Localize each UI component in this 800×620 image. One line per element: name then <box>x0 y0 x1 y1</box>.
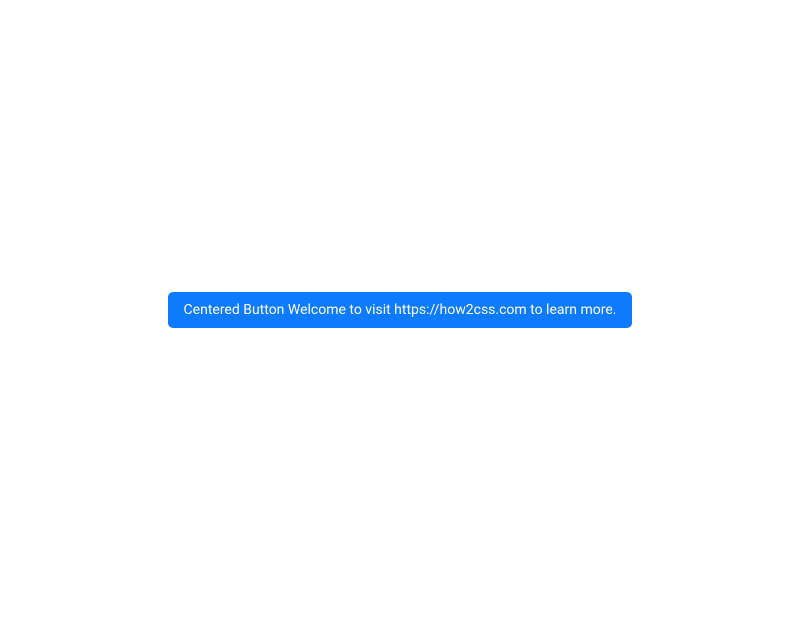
centered-button[interactable]: Centered Button Welcome to visit https:/… <box>168 292 633 329</box>
